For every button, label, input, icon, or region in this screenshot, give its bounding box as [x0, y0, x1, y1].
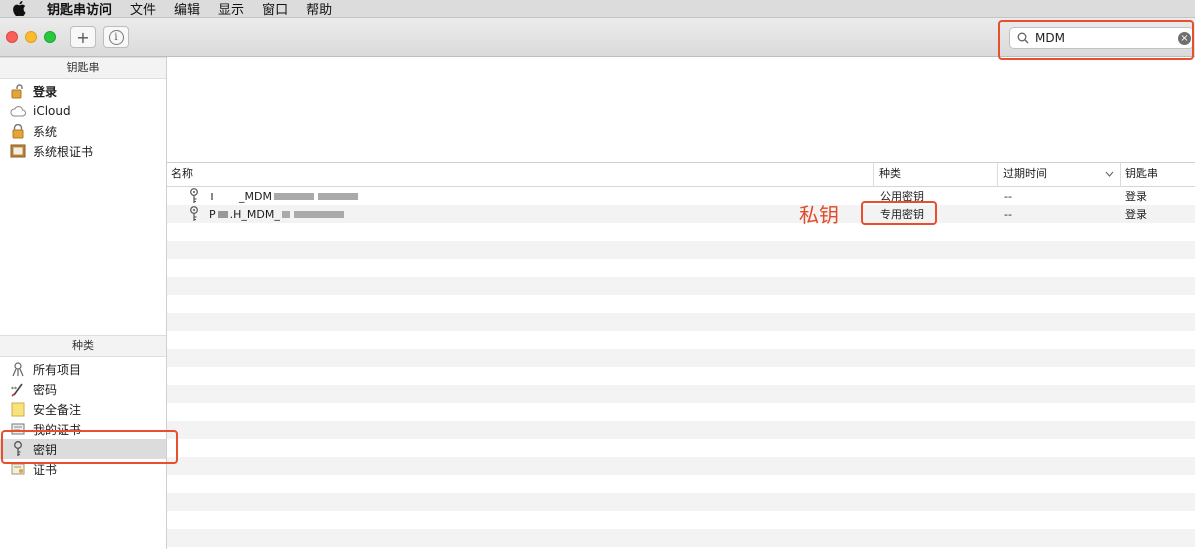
redaction-block: [211, 192, 213, 200]
redaction-block: [217, 210, 228, 218]
table-header: 名称 种类 过期时间 钥匙串: [167, 163, 1195, 187]
column-keychain[interactable]: 钥匙串: [1121, 163, 1195, 187]
svg-text:**: **: [11, 386, 17, 393]
sidebar-item-label: 系统根证书: [33, 144, 94, 159]
all-items-icon: [10, 361, 26, 377]
row-name-prefix: P: [209, 207, 216, 221]
redaction-block: [317, 192, 358, 200]
window-zoom-button[interactable]: [44, 31, 56, 43]
table-row: [167, 313, 1195, 331]
info-button[interactable]: i: [103, 26, 129, 48]
table-row: [167, 331, 1195, 349]
table-row: [167, 349, 1195, 367]
category-label: 安全备注: [33, 402, 82, 417]
key-icon: [190, 188, 198, 203]
table-row: [167, 457, 1195, 475]
sidebar-item-label: 登录: [33, 84, 58, 99]
table-row: [167, 367, 1195, 385]
column-expiry-label: 过期时间: [1003, 167, 1047, 180]
table-row: [167, 241, 1195, 259]
row-keychain-cell: 登录: [1125, 190, 1147, 203]
sidebar-item-system-roots[interactable]: 系统根证书: [0, 141, 166, 161]
sidebar-item-system[interactable]: 系统: [0, 121, 166, 141]
plus-icon: +: [76, 27, 90, 47]
row-expiry-cell: --: [1004, 207, 1012, 221]
table-row[interactable]: _MDM 公用密钥 -- 登录: [167, 187, 1195, 205]
category-label: 密码: [33, 382, 58, 397]
row-expiry-cell: --: [1004, 189, 1012, 203]
sidebar-item-login[interactable]: 登录: [0, 81, 166, 101]
table-row: [167, 277, 1195, 295]
row-keychain-cell: 登录: [1125, 208, 1147, 221]
apple-menu-icon[interactable]: [0, 1, 38, 16]
table-row: [167, 475, 1195, 493]
redaction-block: [281, 210, 290, 218]
row-name-cell: _MDM: [167, 188, 874, 204]
sidebar-item-label: iCloud: [33, 104, 71, 118]
table-row: [167, 385, 1195, 403]
table-row: [167, 493, 1195, 511]
menu-edit[interactable]: 编辑: [165, 0, 209, 18]
column-kind[interactable]: 种类: [874, 163, 998, 187]
table-row: [167, 511, 1195, 529]
menu-file[interactable]: 文件: [121, 0, 165, 18]
table-row: [167, 439, 1195, 457]
secure-note-icon: [10, 401, 26, 417]
table-row: [167, 403, 1195, 421]
category-secure-notes[interactable]: 安全备注: [0, 399, 166, 419]
keys-category-highlight-box: [1, 430, 178, 464]
row-name-cell: P .H_MDM_: [167, 206, 874, 222]
table-row: [167, 223, 1195, 241]
sidebar-item-label: 系统: [33, 124, 58, 139]
info-icon: i: [108, 29, 124, 45]
redaction-block: [293, 210, 344, 218]
password-pen-icon: **: [10, 381, 26, 397]
info-icon-label: i: [114, 31, 118, 43]
item-preview-pane: [167, 57, 1195, 163]
private-key-highlight-box: [861, 201, 937, 225]
category-passwords[interactable]: ** 密码: [0, 379, 166, 399]
add-item-button[interactable]: +: [70, 26, 96, 48]
menu-window[interactable]: 窗口: [253, 0, 297, 18]
search-highlight-box: [998, 20, 1194, 60]
table-row: [167, 421, 1195, 439]
menu-app-name[interactable]: 钥匙串访问: [38, 0, 121, 18]
main-content: 名称 种类 过期时间 钥匙串 _MDM 公用密钥 -- 登录 P .H_MDM_…: [167, 57, 1195, 549]
table-row: [167, 529, 1195, 547]
menu-view[interactable]: 显示: [209, 0, 253, 18]
table-row: [167, 295, 1195, 313]
key-icon: [190, 206, 198, 221]
redaction-block: [273, 192, 314, 200]
padlock-icon: [10, 123, 26, 139]
row-name-text: _MDM: [239, 189, 272, 203]
menu-bar: 钥匙串访问 文件 编辑 显示 窗口 帮助: [0, 0, 1195, 18]
menu-help[interactable]: 帮助: [297, 0, 341, 18]
categories-header: 种类: [0, 335, 166, 357]
category-label: 所有项目: [33, 362, 82, 377]
padlock-unlocked-icon: [10, 83, 26, 99]
window-close-button[interactable]: [6, 31, 18, 43]
sidebar-item-icloud[interactable]: iCloud: [0, 101, 166, 121]
keychains-header: 钥匙串: [0, 57, 166, 79]
column-name[interactable]: 名称: [167, 163, 874, 187]
certificate-cabinet-icon: [10, 143, 26, 159]
window-minimize-button[interactable]: [25, 31, 37, 43]
table-body: _MDM 公用密钥 -- 登录 P .H_MDM_ 专用密钥 -- 登录: [167, 187, 1195, 549]
category-all-items[interactable]: 所有项目: [0, 359, 166, 379]
cloud-icon: [10, 103, 26, 119]
row-name-text: .H_MDM_: [229, 207, 280, 221]
table-row[interactable]: P .H_MDM_ 专用密钥 -- 登录: [167, 205, 1195, 223]
column-expiry[interactable]: 过期时间: [998, 163, 1121, 187]
private-key-annotation-label: 私钥: [799, 203, 839, 227]
table-row: [167, 259, 1195, 277]
sidebar: 钥匙串 登录 iCloud 系统 系统根证书 种类 所有项目 ** 密码 安全备…: [0, 57, 167, 549]
